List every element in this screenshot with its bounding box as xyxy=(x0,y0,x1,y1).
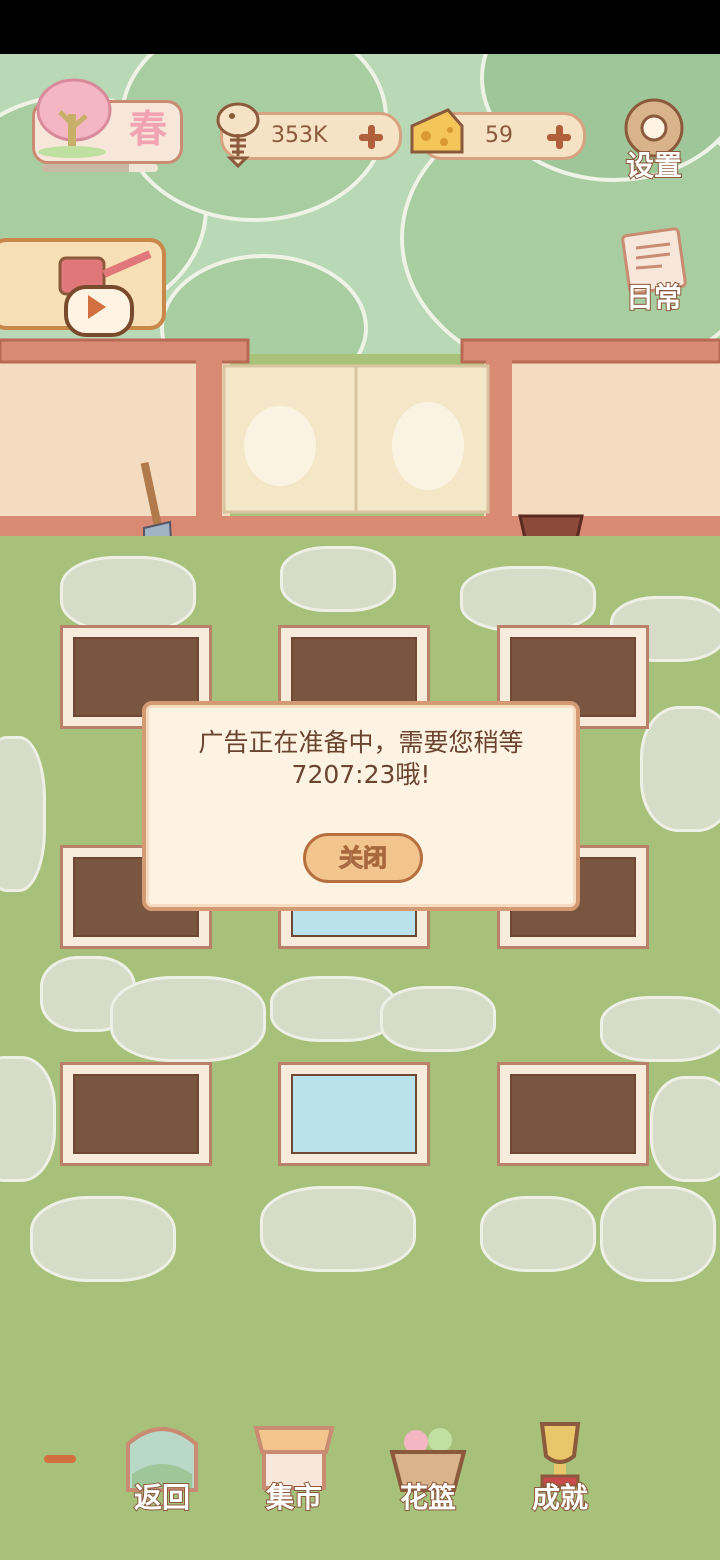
nav-achievements[interactable]: 成就 xyxy=(516,1414,604,1515)
status-bar xyxy=(0,0,720,54)
settings-button[interactable]: 设置 xyxy=(614,94,694,184)
play-ad-button[interactable] xyxy=(64,285,134,337)
add-cheese-button[interactable] xyxy=(543,121,575,153)
nav-back-label: 返回 xyxy=(133,1480,191,1515)
plot-r3c2[interactable] xyxy=(278,1062,430,1166)
soil-bed xyxy=(73,1074,199,1154)
plot-r3c1[interactable] xyxy=(60,1062,212,1166)
season-label: 春 xyxy=(128,106,167,151)
add-fish-button[interactable] xyxy=(355,121,387,153)
water-bed xyxy=(291,1074,417,1154)
close-button[interactable]: 关闭 xyxy=(303,833,423,883)
soil-bed xyxy=(510,1074,636,1154)
garden-fence xyxy=(0,338,720,536)
nav-achievements-label: 成就 xyxy=(531,1480,589,1515)
daily-button[interactable]: 日常 xyxy=(614,226,694,316)
nav-basket[interactable]: 花篮 xyxy=(384,1414,472,1515)
nav-market-label: 集市 xyxy=(265,1480,323,1515)
season-progress-fill xyxy=(42,164,129,172)
blossom-tree-icon xyxy=(36,78,112,158)
ad-wait-dialog: 广告正在准备中，需要您稍等7207:23哦! 关闭 xyxy=(142,701,580,911)
nav-indicator xyxy=(44,1455,76,1463)
fish-count: 353K xyxy=(271,123,328,148)
plot-r3c3[interactable] xyxy=(497,1062,649,1166)
cheese-count: 59 xyxy=(485,123,513,148)
nav-basket-label: 花篮 xyxy=(399,1480,457,1515)
nav-back[interactable]: 返回 xyxy=(118,1414,206,1515)
fish-bone-icon xyxy=(216,102,260,168)
cheese-icon xyxy=(410,108,464,154)
season-progress-bar xyxy=(42,164,158,172)
dialog-message: 广告正在准备中，需要您稍等7207:23哦! xyxy=(198,728,524,789)
daily-label: 日常 xyxy=(625,280,683,315)
settings-label: 设置 xyxy=(625,148,683,183)
nav-market[interactable]: 集市 xyxy=(250,1414,338,1515)
play-icon xyxy=(88,295,106,319)
